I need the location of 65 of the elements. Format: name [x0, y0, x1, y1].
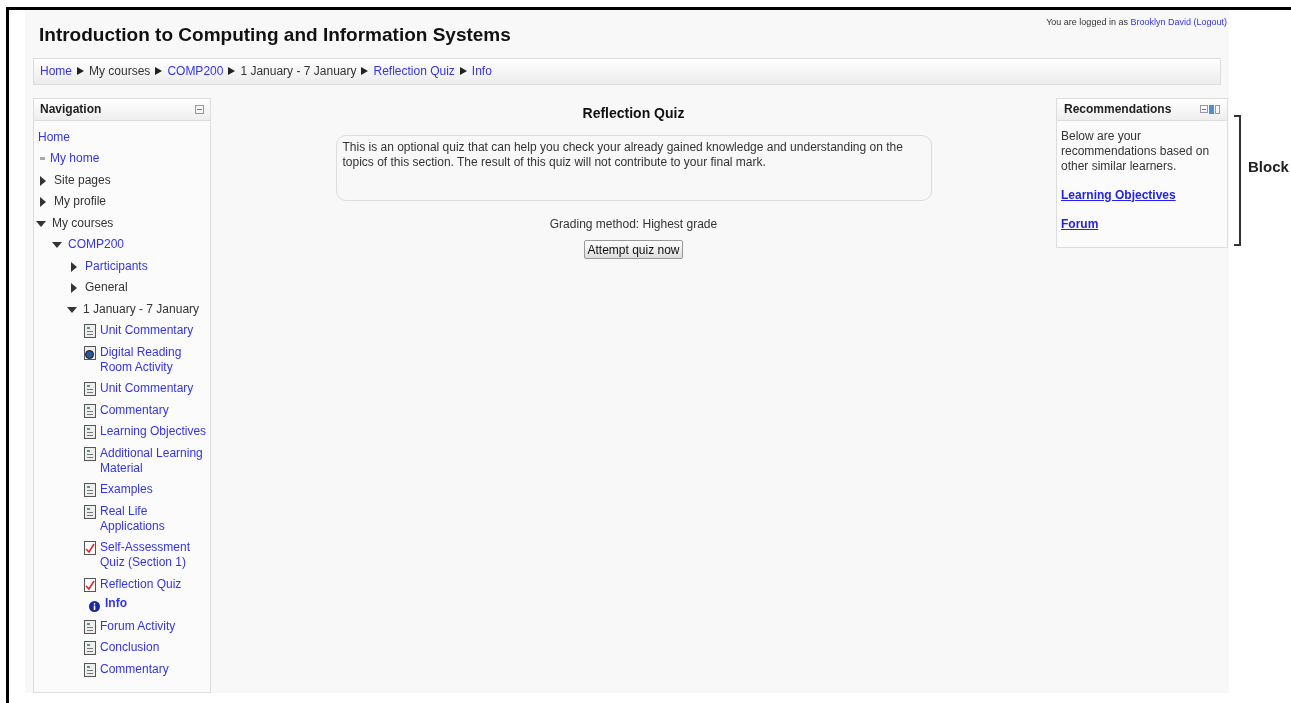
nav-link[interactable]: Conclusion	[100, 640, 160, 655]
breadcrumb-link[interactable]: Info	[471, 62, 492, 80]
nav-link[interactable]: Forum Activity	[100, 618, 176, 634]
nav-link[interactable]: Examples	[100, 482, 153, 497]
nav-link[interactable]: Unit Commentary	[100, 381, 194, 396]
nav-link[interactable]: Additional Learning Material	[100, 445, 210, 476]
document-icon	[84, 382, 96, 396]
annotation-label: Block	[1248, 157, 1289, 177]
document-icon	[84, 662, 96, 677]
nav-text[interactable]: My profile	[54, 194, 106, 209]
breadcrumb-link[interactable]: Reflection Quiz	[373, 62, 455, 80]
document-icon	[84, 446, 96, 461]
document-icon	[84, 403, 96, 418]
dock-icon[interactable]	[1200, 104, 1220, 114]
document-icon	[84, 483, 96, 497]
nav-link[interactable]: Self-Assessment Quiz (Section 1)	[100, 540, 210, 570]
quiz-title: Reflection Quiz	[582, 103, 685, 123]
collapse-icon[interactable]	[195, 104, 204, 114]
document-icon	[84, 504, 96, 519]
attempt-button[interactable]: Attempt quiz now	[584, 239, 683, 259]
login-text: You are logged in as	[1046, 17, 1128, 27]
nav-link[interactable]: Digital Reading Room Activity	[100, 344, 210, 375]
nav-link[interactable]: Info	[105, 596, 127, 611]
nav-link[interactable]: My home	[50, 151, 100, 166]
block-title: Navigation	[40, 101, 102, 118]
nav-text[interactable]: My courses	[52, 215, 114, 231]
separator-icon	[77, 67, 84, 75]
nav-link[interactable]: Commentary	[100, 402, 169, 418]
document-icon	[84, 324, 96, 338]
separator-icon	[459, 67, 467, 75]
recommendation-link[interactable]: Forum	[1061, 214, 1099, 233]
separator-icon	[228, 67, 236, 75]
nav-link[interactable]: Participants	[85, 258, 148, 274]
recommendation-link[interactable]: Learning Objectives	[1061, 185, 1176, 204]
separator-icon	[361, 67, 369, 75]
breadcrumb-link[interactable]: Home	[40, 62, 72, 80]
checklist-icon	[84, 577, 96, 592]
breadcrumb-text: 1 January - 7 January	[240, 63, 357, 80]
nav-link[interactable]: Unit Commentary	[100, 323, 194, 338]
grading-method: Grading method: Highest grade	[549, 215, 718, 233]
document-icon	[84, 641, 96, 655]
bullet-icon	[40, 157, 45, 160]
block-title: Recommendations	[1064, 101, 1172, 118]
page-title: Introduction to Computing and Information Systems	[39, 23, 511, 47]
checklist-icon	[84, 541, 96, 555]
document-icon	[84, 619, 96, 634]
breadcrumb-text: My courses	[89, 63, 151, 80]
nav-text[interactable]: Site pages	[54, 172, 111, 188]
nav-link[interactable]: Reflection Quiz	[100, 576, 182, 592]
breadcrumb-link[interactable]: COMP200	[167, 62, 224, 80]
nav-text[interactable]: General	[85, 280, 128, 295]
info-icon	[89, 601, 100, 612]
nav-link[interactable]: Real Life Applications	[100, 503, 210, 534]
nav-link[interactable]: COMP200	[68, 237, 125, 252]
document-icon	[84, 425, 96, 439]
logout-link[interactable]: (Logout)	[1193, 17, 1227, 27]
nav-link[interactable]: Home	[38, 129, 70, 145]
nav-link[interactable]: Learning Objectives	[100, 424, 207, 439]
globe-document-icon	[84, 345, 96, 360]
user-link[interactable]: Brooklyn David	[1130, 17, 1191, 27]
nav-link[interactable]: Commentary	[100, 661, 169, 677]
nav-text[interactable]: 1 January - 7 January	[83, 301, 200, 317]
separator-icon	[155, 67, 163, 75]
recommendations-text: Below are your recommendations based on other similar learners.	[1061, 128, 1211, 174]
intro-text: This is an optional quiz that can help you check your already gained knowledge and understanding on the topics of this section. The result of this quiz will not contribute to your final mark.	[342, 139, 904, 170]
